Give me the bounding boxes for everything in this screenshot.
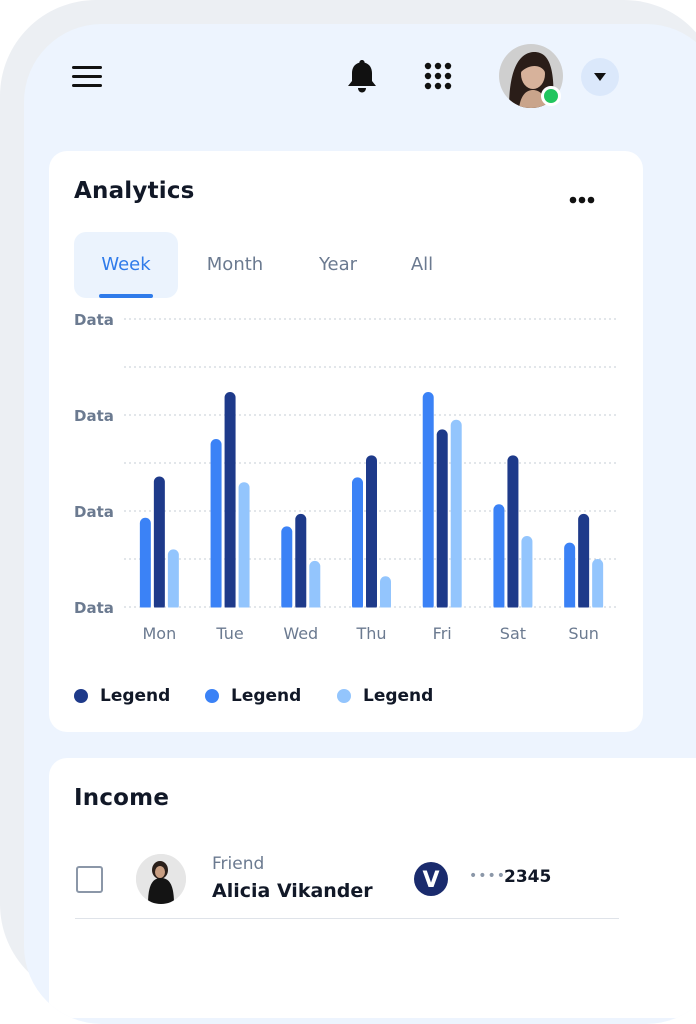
x-tick-label: Thu (355, 624, 386, 643)
y-tick-label: Data (74, 599, 114, 617)
x-tick-label: Sun (568, 624, 598, 643)
bar[interactable] (309, 560, 321, 611)
tab-year[interactable]: Year (302, 232, 374, 298)
bar[interactable] (210, 439, 222, 611)
bar[interactable] (224, 391, 236, 611)
x-tick-label: Wed (283, 624, 318, 643)
row-checkbox[interactable] (76, 866, 103, 893)
analytics-title: Analytics (74, 178, 195, 204)
tab-week[interactable]: Week (74, 232, 178, 298)
bar[interactable] (450, 419, 462, 611)
bar[interactable] (238, 482, 250, 611)
legend-dot (205, 689, 219, 703)
online-status-dot (541, 86, 561, 106)
bell-icon[interactable] (346, 58, 378, 94)
bar[interactable] (436, 429, 448, 611)
tab-month[interactable]: Month (194, 232, 276, 298)
chart-baseline-mask (124, 607, 619, 614)
contact-relation: Friend (212, 854, 265, 874)
user-avatar[interactable] (499, 44, 563, 108)
tab-year-label: Year (318, 254, 358, 275)
y-tick-label: Data (74, 503, 114, 521)
income-title: Income (74, 785, 170, 811)
tab-month-label: Month (206, 254, 264, 275)
legend-label: Legend (363, 686, 434, 706)
card-last-digits: 2345 (504, 867, 552, 887)
contact-name: Alicia Vikander (212, 880, 373, 902)
table-row[interactable]: Friend Alicia Vikander V •••• 2345 (49, 848, 643, 920)
legend-item: Legend (337, 684, 433, 708)
card-brand-letter: V (422, 868, 439, 893)
legend-item: Legend (74, 684, 170, 708)
chevron-down-icon (594, 73, 606, 81)
bar[interactable] (521, 535, 533, 611)
phone-screen: Analytics Week Month Year All Data Data Da… (24, 24, 696, 1024)
x-tick-label: Fri (433, 624, 452, 643)
tab-week-label: Week (101, 254, 151, 275)
bar[interactable] (167, 549, 179, 611)
bar[interactable] (422, 391, 434, 611)
bar[interactable] (352, 477, 363, 611)
account-dropdown-button[interactable] (581, 58, 619, 96)
bar[interactable] (493, 504, 505, 611)
y-tick-label: Data (74, 311, 114, 329)
bar[interactable] (380, 576, 391, 611)
contact-avatar (136, 854, 186, 904)
bar[interactable] (139, 517, 151, 611)
x-tick-label: Tue (215, 624, 243, 643)
bar[interactable] (295, 513, 307, 611)
card-brand-icon: V (414, 862, 448, 896)
tab-all-label: All (410, 254, 434, 275)
chart-legend: Legend Legend Legend (49, 684, 643, 708)
analytics-bar-chart: Data Data Data Data Mon Tue Wed Thu Fri Sat Sun (74, 311, 619, 643)
bar[interactable] (578, 513, 590, 611)
bar[interactable] (281, 526, 293, 611)
legend-label: Legend (231, 686, 302, 706)
tab-all[interactable]: All (396, 232, 448, 298)
bar[interactable] (366, 455, 377, 611)
legend-dot (74, 689, 88, 703)
apps-grid-icon[interactable] (424, 62, 452, 90)
more-options-icon[interactable] (569, 189, 597, 204)
legend-item: Legend (205, 684, 301, 708)
y-tick-label: Data (74, 407, 114, 425)
active-tab-indicator (99, 294, 153, 298)
menu-icon[interactable] (72, 66, 102, 88)
row-divider (75, 918, 619, 919)
bar[interactable] (507, 455, 519, 611)
legend-dot (337, 689, 351, 703)
analytics-card: Analytics Week Month Year All Data Data Da… (49, 151, 643, 732)
x-tick-label: Sat (500, 624, 526, 643)
income-card: Income Friend Alicia Vikander V •••• 234… (49, 758, 696, 1018)
bar[interactable] (564, 542, 576, 611)
bar[interactable] (153, 476, 165, 611)
bar[interactable] (592, 559, 604, 611)
card-mask: •••• (469, 868, 507, 884)
x-tick-label: Mon (142, 624, 176, 643)
legend-label: Legend (100, 686, 171, 706)
